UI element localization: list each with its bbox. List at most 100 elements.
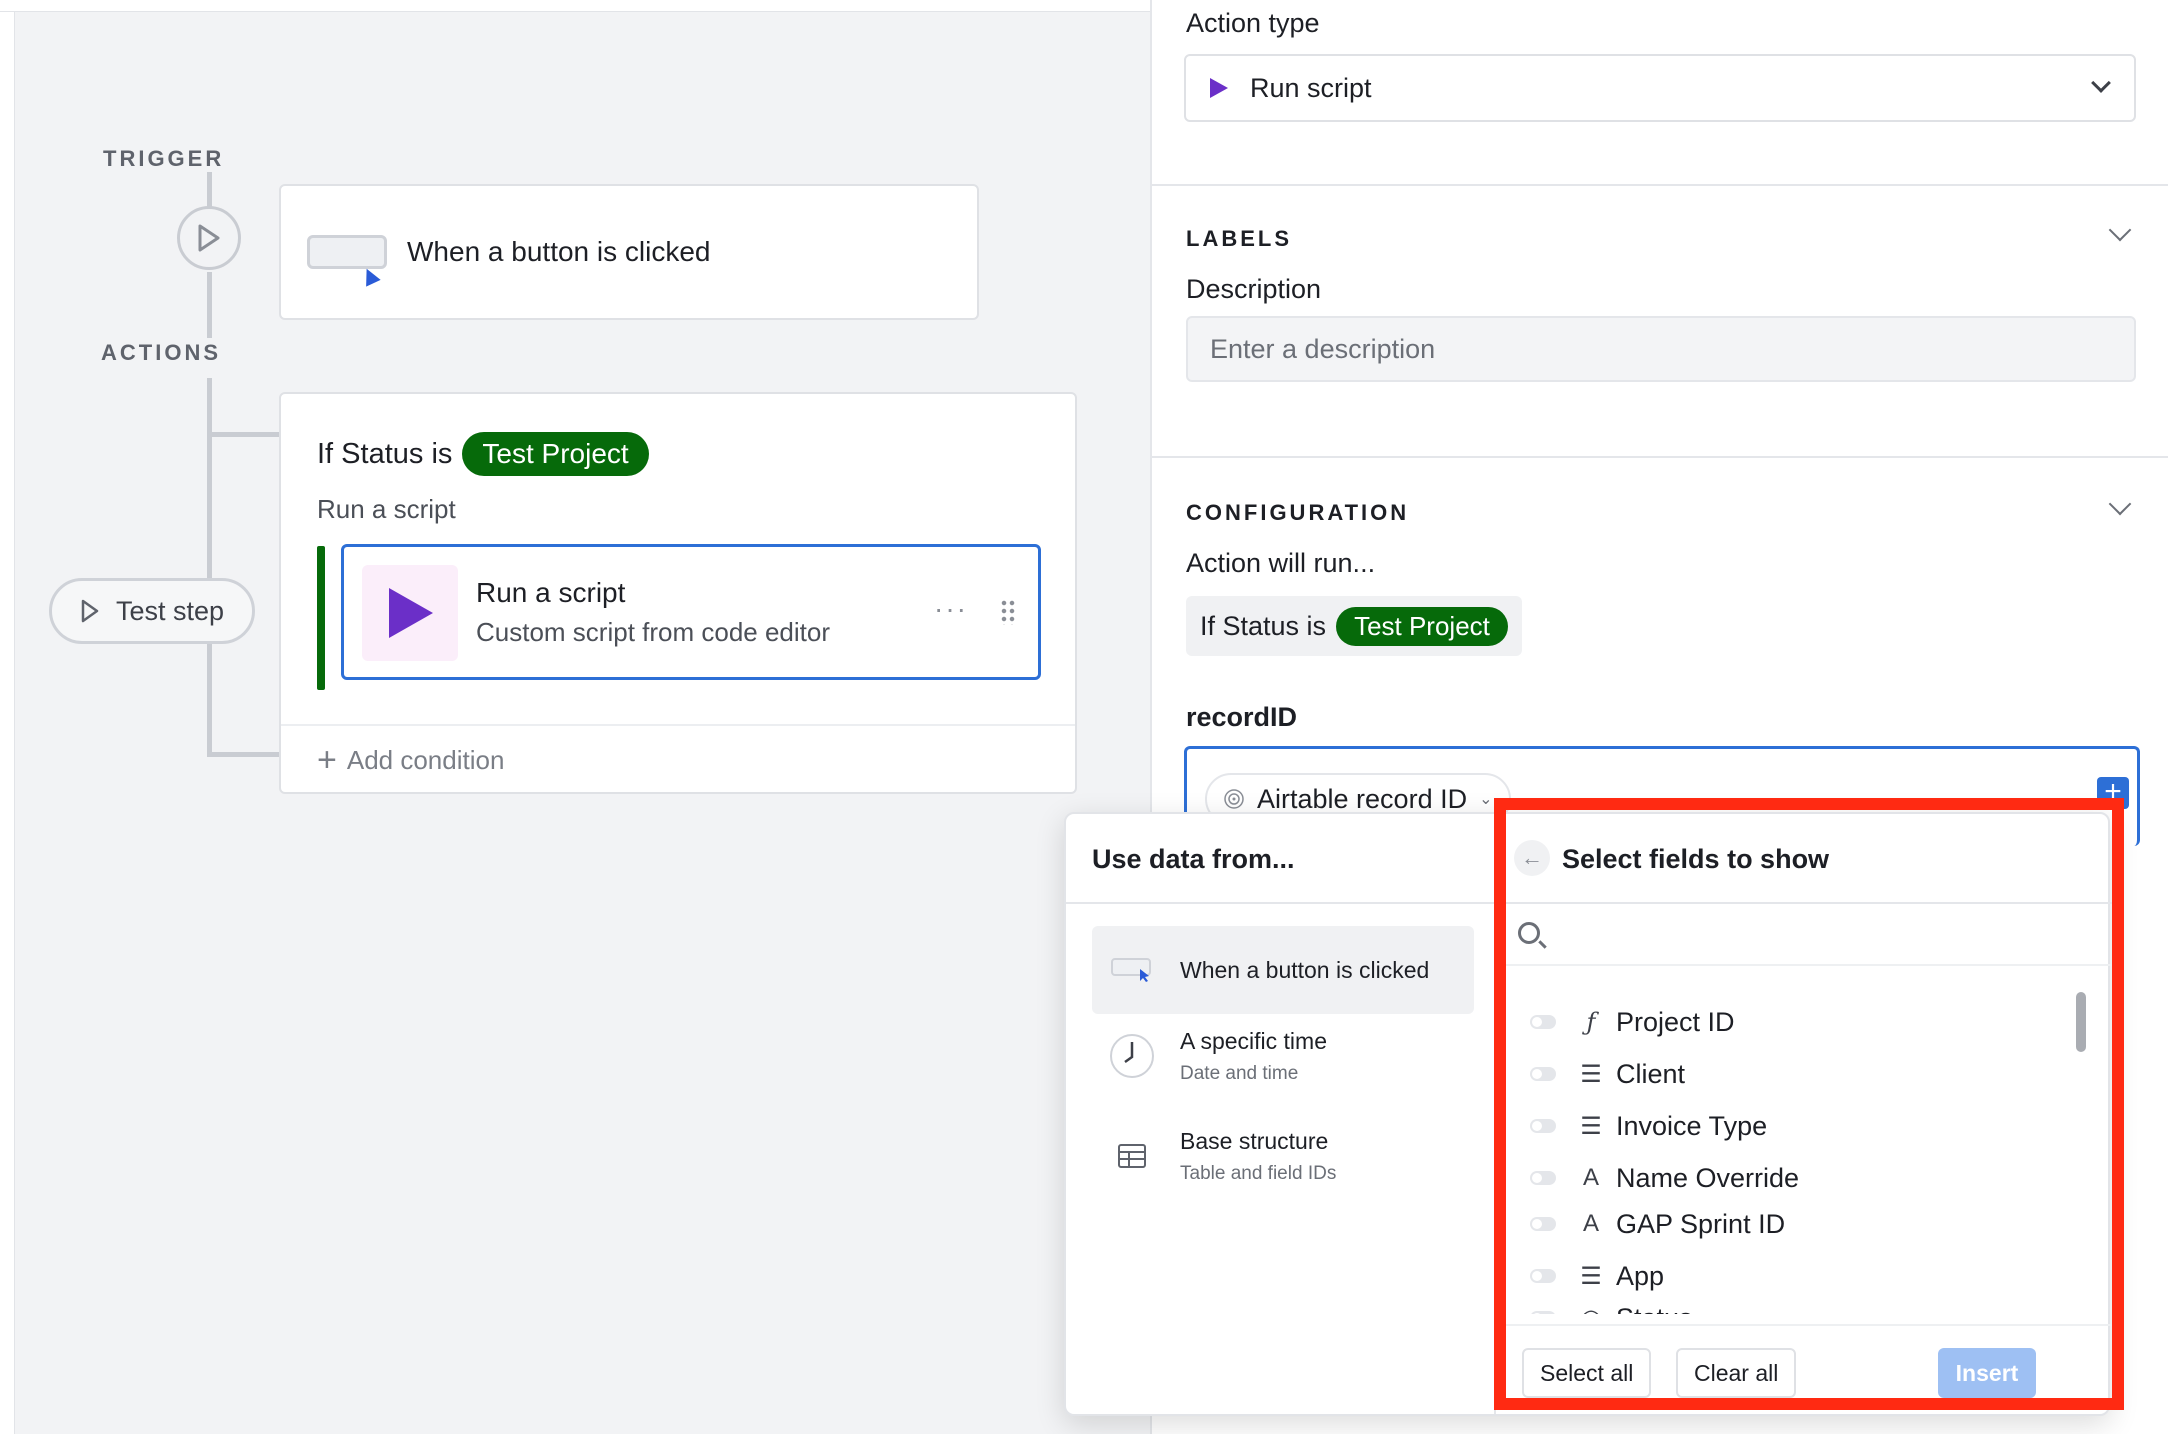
field-label: Project ID [1616, 1006, 1735, 1037]
insert-token-button[interactable]: + [2097, 777, 2129, 809]
source-sublabel: Date and time [1180, 1062, 1299, 1084]
connector-line [207, 272, 212, 338]
record-id-label: recordID [1186, 702, 1298, 732]
select-all-button[interactable]: Select all [1522, 1348, 1652, 1398]
chevron-down-icon [2091, 73, 2111, 93]
condition-card[interactable]: If Status is Test Project Run a script R… [279, 392, 1077, 794]
field-item-app[interactable]: ☰ App [1530, 1256, 1664, 1296]
action-will-run-label: Action will run... [1186, 548, 1376, 578]
plus-icon: + [317, 741, 337, 779]
source-label: When a button is clicked [1180, 956, 1430, 983]
field-selector: ← Select fields to show ƒ Project ID ☰ C… [1494, 814, 2112, 1414]
action-type-label: Action type [1186, 8, 1320, 38]
field-toggle[interactable] [1530, 1311, 1556, 1314]
test-step-button[interactable]: Test step [49, 578, 255, 644]
field-label: App [1616, 1260, 1665, 1291]
clear-all-button[interactable]: Clear all [1676, 1348, 1797, 1398]
top-border [0, 0, 1150, 12]
field-toggle[interactable] [1530, 1067, 1556, 1081]
link-icon: ☰ [1580, 1262, 1602, 1290]
table-icon [1104, 1143, 1160, 1169]
workflow-canvas: TRIGGER ACTIONS When a button is clicked… [14, 12, 1150, 1434]
action-type-value: Run script [1250, 72, 1372, 103]
field-search-input[interactable] [1496, 902, 2112, 966]
condition-branch-bar [317, 546, 325, 690]
field-item-gap-sprint-id[interactable]: A GAP Sprint ID [1530, 1204, 1785, 1244]
script-title: Run a script [476, 577, 626, 608]
data-picker-popover: Use data from... When a button is clicke… [1064, 812, 2112, 1416]
source-label: A specific time [1180, 1027, 1327, 1054]
popover-footer: Select all Clear all Insert [1496, 1324, 2112, 1414]
source-item-base-structure[interactable]: Base structure Table and field IDs [1092, 1112, 1474, 1200]
configuration-section-header[interactable]: CONFIGURATION [1186, 500, 1409, 526]
condition-title: If Status is Test Project [317, 432, 649, 476]
action-type-select[interactable]: Run script [1184, 54, 2136, 122]
chevron-down-icon[interactable] [2108, 218, 2132, 242]
run-script-icon [1210, 78, 1228, 98]
button-trigger-icon [307, 235, 387, 287]
description-label: Description [1186, 274, 1322, 304]
labels-section-header[interactable]: LABELS [1186, 226, 1292, 252]
text-icon: A [1582, 1210, 1599, 1237]
trigger-section-label: TRIGGER [103, 146, 225, 171]
field-toggle[interactable] [1530, 1119, 1556, 1133]
source-item-button-clicked[interactable]: When a button is clicked [1092, 926, 1474, 1014]
link-icon: ☰ [1580, 1060, 1602, 1088]
clock-icon [1104, 1032, 1160, 1080]
source-label: Base structure [1180, 1127, 1329, 1154]
field-toggle[interactable] [1530, 1171, 1556, 1185]
insert-button[interactable]: Insert [1938, 1348, 2036, 1398]
record-id-token-label: Airtable record ID [1257, 783, 1468, 814]
chevron-down-icon[interactable] [2108, 492, 2132, 516]
more-options-icon[interactable]: ··· [934, 593, 968, 625]
status-pill: Test Project [462, 432, 649, 476]
status-icon: ◎ [1576, 1304, 1606, 1315]
script-play-icon [362, 565, 458, 661]
source-sublabel: Table and field IDs [1180, 1162, 1337, 1184]
source-item-specific-time[interactable]: A specific time Date and time [1092, 1012, 1474, 1100]
formula-icon: ƒ [1586, 1008, 1596, 1036]
field-toggle[interactable] [1530, 1217, 1556, 1231]
field-item-project-id[interactable]: ƒ Project ID [1530, 1002, 1735, 1042]
run-script-step[interactable]: Run a script Custom script from code edi… [341, 544, 1041, 680]
trigger-text: When a button is clicked [407, 236, 711, 267]
condition-prefix: If Status is [1200, 610, 1327, 641]
field-toggle[interactable] [1530, 1269, 1556, 1283]
script-description: Custom script from code editor [476, 617, 831, 647]
trigger-card[interactable]: When a button is clicked [279, 184, 979, 320]
scrollbar[interactable] [2076, 992, 2086, 1052]
branch-line [207, 752, 279, 757]
divider [1152, 184, 2168, 186]
connector-line [207, 378, 212, 578]
actions-section-label: ACTIONS [101, 340, 221, 365]
field-item-invoice-type[interactable]: ☰ Invoice Type [1530, 1106, 1767, 1146]
connector-line [207, 644, 212, 756]
cursor-icon [359, 265, 381, 287]
trigger-play-button[interactable] [177, 206, 241, 270]
condition-subtitle: Run a script [317, 494, 456, 524]
add-condition-button[interactable]: + Add condition [281, 724, 1075, 794]
back-arrow-icon[interactable]: ← [1514, 840, 1550, 876]
field-item-client[interactable]: ☰ Client [1530, 1054, 1685, 1094]
fingerprint-icon [1224, 789, 1244, 809]
add-condition-label: Add condition [346, 744, 505, 775]
drag-handle-icon[interactable] [1000, 599, 1016, 625]
use-data-from-title: Use data from... [1092, 844, 1295, 874]
field-label: GAP Sprint ID [1616, 1208, 1786, 1239]
chevron-down-icon: ⌄ [1479, 791, 1493, 808]
field-toggle[interactable] [1530, 1015, 1556, 1029]
condition-prefix: If Status is [317, 437, 453, 470]
field-item-status[interactable]: ◎ Status [1530, 1298, 1693, 1314]
divider [1152, 456, 2168, 458]
field-item-name-override[interactable]: A Name Override [1530, 1158, 1799, 1198]
field-label: Status [1616, 1303, 1693, 1315]
select-fields-title: Select fields to show [1562, 844, 1830, 874]
field-label: Invoice Type [1616, 1110, 1768, 1141]
play-icon [81, 599, 99, 623]
field-list-more: A GAP Sprint ID ☰ App ◎ Status [1496, 1204, 2112, 1314]
branch-line [207, 432, 279, 437]
text-icon: A [1582, 1164, 1599, 1191]
description-input[interactable]: Enter a description [1186, 316, 2136, 382]
field-label: Client [1616, 1058, 1686, 1089]
field-list: ƒ Project ID ☰ Client ☰ Invoice Type A N… [1496, 974, 2112, 1204]
